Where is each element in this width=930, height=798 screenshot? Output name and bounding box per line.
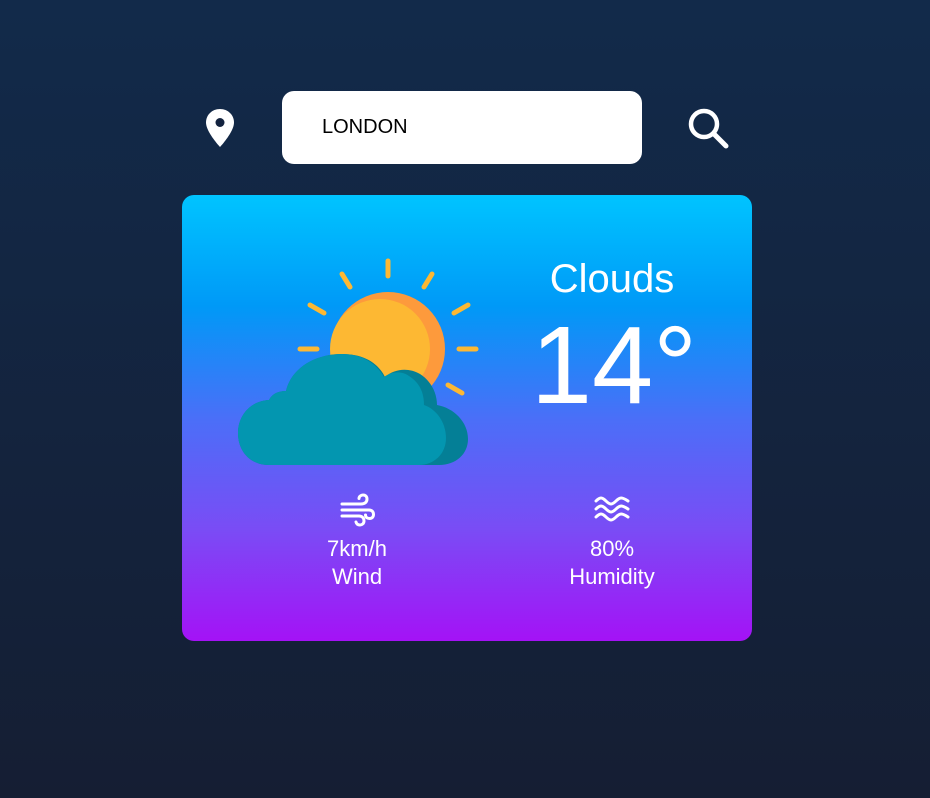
wind-stat: 7km/h Wind: [267, 493, 447, 591]
city-search-input[interactable]: [282, 91, 642, 164]
sun-behind-cloud-icon: [238, 258, 479, 465]
wind-label: Wind: [331, 564, 383, 589]
humidity-value: 80%: [589, 536, 635, 561]
weather-card: Clouds 14° 7km/h Wind 80% Humidity: [182, 195, 752, 641]
humidity-label: Humidity: [569, 564, 655, 589]
weather-condition: Clouds: [549, 257, 675, 301]
water-waves-icon: [594, 496, 630, 522]
humidity-stat: 80% Humidity: [522, 493, 702, 591]
wind-speed-value: 7km/h: [327, 536, 387, 561]
temperature-value: 14°: [530, 304, 698, 427]
search-bar: [0, 0, 930, 200]
wind-icon: [340, 493, 375, 527]
map-pin-icon[interactable]: [204, 108, 236, 148]
magnifier-icon[interactable]: [686, 106, 730, 150]
